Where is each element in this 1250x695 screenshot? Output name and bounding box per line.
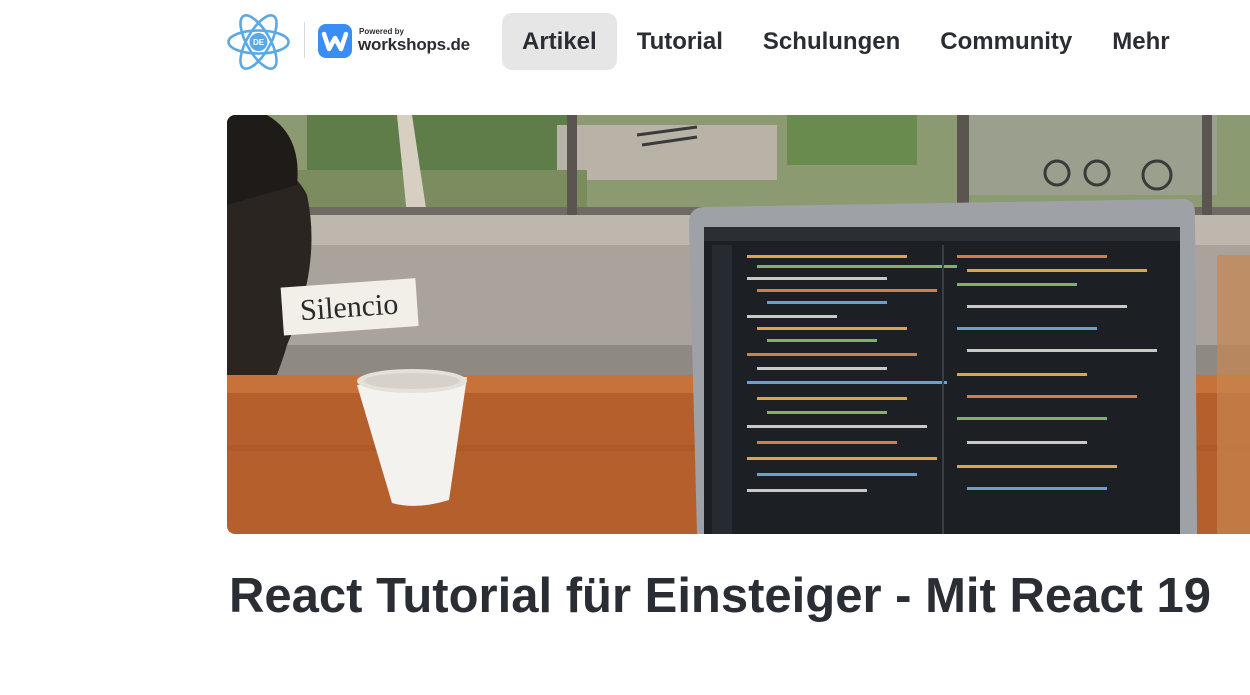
hero-image: Silencio: [227, 115, 1250, 534]
react-de-logo-icon[interactable]: DE: [226, 13, 291, 71]
nav-item-schulungen[interactable]: Schulungen: [743, 13, 920, 70]
logo-divider: [304, 22, 305, 58]
site-header: DE Powered by workshops.de Artikel Tutor…: [0, 0, 1250, 84]
nav-item-community[interactable]: Community: [920, 13, 1092, 70]
hero-sign-text: Silencio: [299, 287, 399, 327]
nav-item-artikel[interactable]: Artikel: [502, 13, 617, 70]
brand-name[interactable]: workshops.de: [358, 36, 470, 54]
workshops-logo-icon[interactable]: [318, 24, 352, 58]
article-title: React Tutorial für Einsteiger - Mit Reac…: [229, 569, 1212, 623]
nav-item-tutorial[interactable]: Tutorial: [617, 13, 743, 70]
hero-photo-illustration: Silencio: [227, 115, 1250, 534]
main-nav: Artikel Tutorial Schulungen Community Me…: [502, 13, 1190, 70]
nav-item-mehr[interactable]: Mehr: [1092, 13, 1189, 70]
page: DE Powered by workshops.de Artikel Tutor…: [0, 0, 1250, 695]
react-logo-badge: DE: [253, 38, 265, 47]
